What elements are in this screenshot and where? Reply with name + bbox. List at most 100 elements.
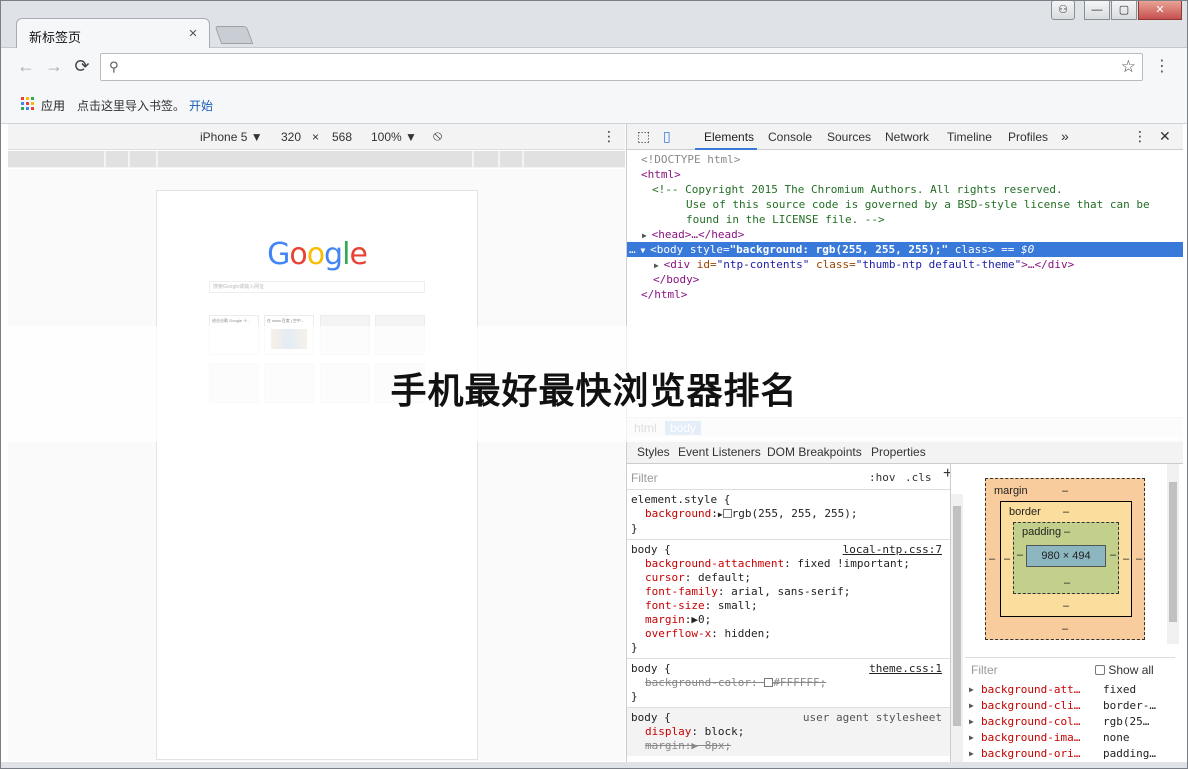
dom-line[interactable]: <!DOCTYPE html> bbox=[627, 152, 1183, 167]
apps-link[interactable]: 应用 bbox=[41, 97, 65, 114]
device-menu-icon[interactable]: ⋮ bbox=[602, 128, 616, 145]
style-property[interactable]: font-size: small; bbox=[631, 599, 946, 613]
more-tabs-icon[interactable]: » bbox=[1061, 128, 1069, 144]
style-property[interactable]: background:▶ rgb(255, 255, 255); bbox=[631, 507, 946, 522]
rule-source-link[interactable]: local-ntp.css:7 bbox=[843, 543, 942, 557]
devtools-panel: ⬚ ▯ Elements Console Sources Network Tim… bbox=[626, 124, 1183, 763]
computed-property-row[interactable]: ▶ background-ima… none bbox=[965, 730, 1175, 746]
device-mode-icon[interactable]: ▯ bbox=[663, 128, 671, 145]
address-bar[interactable]: ⚲ ☆ bbox=[100, 53, 1143, 81]
tab-timeline[interactable]: Timeline bbox=[947, 130, 992, 144]
color-swatch[interactable] bbox=[722, 509, 732, 518]
property-value: : default; bbox=[684, 571, 751, 584]
dom-line[interactable]: Use of this source code is governed by a… bbox=[627, 197, 1183, 212]
device-height[interactable]: 568 bbox=[332, 130, 352, 144]
bookmark-star-icon[interactable]: ☆ bbox=[1121, 57, 1136, 77]
rule-source-link[interactable]: theme.css:1 bbox=[869, 662, 942, 676]
user-icon[interactable]: ⚇ bbox=[1051, 0, 1075, 20]
styles-scrollbar[interactable] bbox=[951, 494, 963, 763]
hover-state-toggle[interactable]: :hov bbox=[869, 471, 896, 485]
styles-filter-input[interactable]: Filter bbox=[631, 471, 658, 485]
tab-close-icon[interactable]: × bbox=[185, 25, 201, 42]
color-swatch[interactable] bbox=[764, 678, 774, 687]
tab-properties[interactable]: Properties bbox=[871, 445, 926, 459]
tab-console[interactable]: Console bbox=[768, 130, 812, 144]
expand-arrow-icon[interactable]: ▶ bbox=[969, 746, 974, 762]
attr-value: "thumb-ntp default-theme" bbox=[855, 258, 1022, 271]
chrome-menu-icon[interactable]: ⋮ bbox=[1154, 56, 1170, 76]
logo-letter: g bbox=[324, 237, 343, 272]
forward-icon[interactable]: → bbox=[42, 56, 66, 77]
class-toggle[interactable]: .cls bbox=[905, 471, 932, 485]
dom-line[interactable]: <html> bbox=[627, 167, 1183, 182]
style-property[interactable]: cursor: default; bbox=[631, 571, 946, 585]
tab-event-listeners[interactable]: Event Listeners bbox=[678, 445, 761, 459]
expand-arrow-icon[interactable]: ▶ bbox=[969, 682, 974, 698]
new-rule-button[interactable]: + bbox=[943, 466, 950, 482]
zoom-select[interactable]: 100% ▼ bbox=[371, 130, 417, 144]
expand-arrow-icon[interactable]: ▶ bbox=[969, 730, 974, 746]
style-property[interactable]: display: block; bbox=[631, 725, 946, 739]
dom-line[interactable]: ▶ <div id="ntp-contents" class="thumb-nt… bbox=[627, 257, 1183, 272]
reload-icon[interactable]: ⟳ bbox=[70, 56, 94, 77]
close-window-button[interactable]: ✕ bbox=[1138, 0, 1182, 20]
devtools-menu-icon[interactable]: ⋮ bbox=[1133, 128, 1147, 145]
expand-arrow-icon[interactable]: ▶ bbox=[642, 231, 652, 240]
dom-line-selected[interactable]: … ▼ <body style="background: rgb(255, 25… bbox=[627, 242, 1183, 257]
dom-line[interactable]: <!-- Copyright 2015 The Chromium Authors… bbox=[627, 182, 1183, 197]
computed-property-row[interactable]: ▶ background-cli… border-… bbox=[965, 698, 1175, 714]
dom-line[interactable]: </body> bbox=[627, 272, 1183, 287]
scrollbar-thumb[interactable] bbox=[953, 506, 961, 726]
tab-dom-breakpoints[interactable]: DOM Breakpoints bbox=[767, 445, 862, 459]
computed-property-row[interactable]: ▶ background-col… rgb(25… bbox=[965, 714, 1175, 730]
style-property[interactable]: background-attachment: fixed !important; bbox=[631, 557, 946, 571]
computed-filter-input[interactable]: Filter bbox=[971, 663, 998, 677]
dom-line[interactable]: ▶ <head>…</head> bbox=[627, 227, 1183, 242]
style-property[interactable]: font-family: arial, sans-serif; bbox=[631, 585, 946, 599]
devtools-close-icon[interactable]: ✕ bbox=[1159, 128, 1171, 145]
media-query-ruler[interactable] bbox=[8, 151, 625, 168]
style-property[interactable]: overflow-x: hidden; bbox=[631, 627, 946, 641]
ellipsis-icon[interactable]: … bbox=[629, 243, 636, 256]
box-model-padding[interactable]: padding – – – – 980 × 494 bbox=[1013, 522, 1119, 594]
tab-new-tab[interactable]: 新标签页 × bbox=[16, 18, 210, 49]
tab-sources[interactable]: Sources bbox=[827, 130, 871, 144]
new-tab-button[interactable] bbox=[214, 26, 254, 44]
overridden-property[interactable]: margin:▶ 8px; bbox=[631, 739, 946, 753]
expand-arrow-icon[interactable]: ▶ bbox=[654, 261, 664, 270]
google-search-box[interactable]: 搜索Google或输入网址 bbox=[209, 281, 425, 293]
computed-styles-list: ▶ background-att… fixed ▶ background-cli… bor… bbox=[965, 682, 1175, 762]
style-property[interactable]: margin:▶0; bbox=[631, 613, 946, 627]
scrollbar-thumb[interactable] bbox=[1169, 482, 1177, 622]
box-model-scrollbar[interactable] bbox=[1167, 464, 1179, 644]
div-tag-close: >…</div> bbox=[1021, 258, 1075, 271]
expand-arrow-icon[interactable]: ▶ bbox=[969, 714, 974, 730]
collapse-arrow-icon[interactable]: ▼ bbox=[636, 246, 650, 255]
back-icon[interactable]: ← bbox=[14, 56, 38, 77]
box-model-margin[interactable]: margin – – – – border – – – – padding – … bbox=[985, 478, 1145, 640]
box-model-border[interactable]: border – – – – padding – – – – 980 × 494 bbox=[1000, 501, 1132, 617]
padding-left-value: – bbox=[1017, 549, 1024, 561]
device-width[interactable]: 320 bbox=[281, 130, 301, 144]
tab-elements[interactable]: Elements bbox=[704, 130, 754, 144]
rotate-icon[interactable]: ⦸ bbox=[433, 127, 442, 144]
device-select[interactable]: iPhone 5 ▼ bbox=[200, 130, 263, 144]
checkbox-icon[interactable] bbox=[1095, 665, 1105, 675]
dom-line[interactable]: </html> bbox=[627, 287, 1183, 302]
tab-profiles[interactable]: Profiles bbox=[1008, 130, 1048, 144]
tab-network[interactable]: Network bbox=[885, 130, 929, 144]
dom-line[interactable]: found in the LICENSE file. --> bbox=[627, 212, 1183, 227]
computed-property-row[interactable]: ▶ background-ori… padding… bbox=[965, 746, 1175, 762]
computed-property-row[interactable]: ▶ background-att… fixed bbox=[965, 682, 1175, 698]
maximize-button[interactable]: ▢ bbox=[1111, 0, 1137, 20]
show-all-checkbox[interactable]: Show all bbox=[1095, 663, 1154, 677]
apps-grid-icon[interactable] bbox=[21, 97, 34, 110]
comment-line: found in the LICENSE file. --> bbox=[686, 213, 885, 226]
tab-styles[interactable]: Styles bbox=[637, 445, 670, 459]
minimize-button[interactable]: — bbox=[1084, 0, 1110, 20]
expand-arrow-icon[interactable]: ▶ bbox=[969, 698, 974, 714]
box-model-content[interactable]: 980 × 494 bbox=[1026, 545, 1106, 567]
import-start-link[interactable]: 开始 bbox=[189, 97, 213, 114]
overridden-property[interactable]: background-color: #FFFFFF; bbox=[631, 676, 946, 690]
inspect-element-icon[interactable]: ⬚ bbox=[637, 128, 650, 145]
